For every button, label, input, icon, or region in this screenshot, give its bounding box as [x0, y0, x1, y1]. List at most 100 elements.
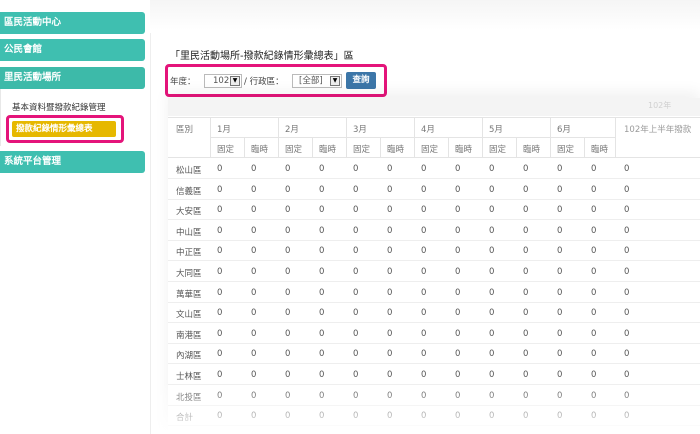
table-cell: 0 [489, 246, 495, 256]
table-cell: 0 [387, 267, 393, 277]
row-divider [168, 425, 700, 426]
table-cell: 0 [319, 349, 325, 359]
table-cell: 0 [285, 164, 291, 174]
table-cell: 0 [557, 205, 563, 215]
table-cell: 0 [251, 267, 257, 277]
table-cell: 0 [523, 349, 529, 359]
table-cell: 0 [285, 370, 291, 380]
district-select-value: [全部] [299, 76, 323, 86]
row-divider [168, 302, 700, 303]
row-divider [168, 384, 700, 385]
table-cell: 0 [251, 288, 257, 298]
table-cell: 0 [285, 411, 291, 421]
table-cell: 0 [421, 391, 427, 401]
table-cell: 0 [251, 411, 257, 421]
table-cell: 0 [624, 226, 630, 236]
row-divider [168, 240, 700, 241]
table-cell: 0 [557, 288, 563, 298]
table-cell: 0 [624, 185, 630, 195]
table-cell: 0 [523, 391, 529, 401]
sidebar-item-neighborhood-venues[interactable]: 里民活動場所 [0, 67, 145, 89]
table-cell: 0 [455, 267, 461, 277]
table-cell: 0 [319, 164, 325, 174]
table-cell: 0 [387, 246, 393, 256]
table-cell: 0 [591, 411, 597, 421]
table-cell: 0 [489, 370, 495, 380]
table-cell: 0 [523, 267, 529, 277]
row-divider [168, 363, 700, 364]
table-cell: 0 [523, 164, 529, 174]
column-header-month: 2月 [285, 125, 299, 135]
sidebar-item-civic-hall[interactable]: 公民會館 [0, 39, 145, 61]
sidebar-item-platform-admin[interactable]: 系統平台管理 [0, 151, 145, 173]
year-select[interactable]: 102 ▼ [204, 74, 242, 88]
table-cell: 0 [353, 391, 359, 401]
year-select-value: 102 [213, 76, 230, 86]
column-subheader-temporary: 臨時 [591, 145, 609, 155]
query-button[interactable]: 查詢 [346, 72, 376, 89]
grid-line [168, 117, 700, 118]
table-cell: 0 [489, 391, 495, 401]
table-cell: 0 [489, 349, 495, 359]
table-cell: 0 [387, 308, 393, 318]
table-cell: 0 [217, 308, 223, 318]
grid-line [550, 117, 551, 157]
table-cell: 0 [455, 185, 461, 195]
chevron-down-icon[interactable]: ▼ [330, 76, 340, 86]
table-cell: 0 [353, 329, 359, 339]
row-district-name: 松山區 [176, 166, 202, 176]
sidebar-item-community-center[interactable]: 區民活動中心 [0, 12, 145, 34]
table-cell: 0 [489, 205, 495, 215]
table-cell: 0 [624, 411, 630, 421]
district-select[interactable]: [全部] ▼ [292, 74, 342, 88]
chevron-down-icon[interactable]: ▼ [230, 76, 240, 86]
table-cell: 0 [217, 246, 223, 256]
table-cell: 0 [624, 349, 630, 359]
table-cell: 0 [353, 205, 359, 215]
row-district-name: 中山區 [176, 228, 202, 238]
table-cell: 0 [455, 349, 461, 359]
submenu-item-summary-report[interactable]: 撥款紀錄情形彙總表 [12, 121, 116, 137]
table-cell: 0 [353, 411, 359, 421]
table-cell: 0 [557, 391, 563, 401]
table-cell: 0 [387, 391, 393, 401]
table-cell: 0 [353, 226, 359, 236]
grid-line [584, 137, 585, 157]
table-cell: 0 [217, 164, 223, 174]
table-cell: 0 [624, 205, 630, 215]
table-caption-bar [168, 98, 700, 116]
year-label: 年度： [170, 77, 196, 87]
row-district-name: 大同區 [176, 269, 202, 279]
table-cell: 0 [591, 370, 597, 380]
table-cell: 0 [319, 370, 325, 380]
table-cell: 0 [455, 411, 461, 421]
table-cell: 0 [624, 164, 630, 174]
table-cell: 0 [421, 185, 427, 195]
table-cell: 0 [523, 411, 529, 421]
column-subheader-temporary: 臨時 [251, 145, 269, 155]
table-cell: 0 [285, 288, 291, 298]
table-cell: 0 [624, 288, 630, 298]
column-header-month: 4月 [421, 125, 435, 135]
table-cell: 0 [421, 329, 427, 339]
table-cell: 0 [591, 246, 597, 256]
table-cell: 0 [285, 349, 291, 359]
row-divider [168, 322, 700, 323]
table-cell: 0 [557, 411, 563, 421]
table-cell: 0 [557, 349, 563, 359]
table-cell: 0 [353, 267, 359, 277]
row-divider [168, 178, 700, 179]
table-cell: 0 [421, 370, 427, 380]
submenu-item-basic-data[interactable]: 基本資料暨撥款紀錄管理 [12, 101, 106, 113]
column-header-month: 1月 [217, 125, 231, 135]
column-subheader-temporary: 臨時 [387, 145, 405, 155]
column-subheader-fixed: 固定 [217, 145, 235, 155]
row-district-name: 合計 [176, 413, 194, 423]
table-cell: 0 [319, 391, 325, 401]
table-cell: 0 [353, 370, 359, 380]
table-cell: 0 [217, 349, 223, 359]
table-cell: 0 [455, 329, 461, 339]
table-cell: 0 [624, 370, 630, 380]
grid-line [210, 117, 211, 157]
table-cell: 0 [353, 349, 359, 359]
